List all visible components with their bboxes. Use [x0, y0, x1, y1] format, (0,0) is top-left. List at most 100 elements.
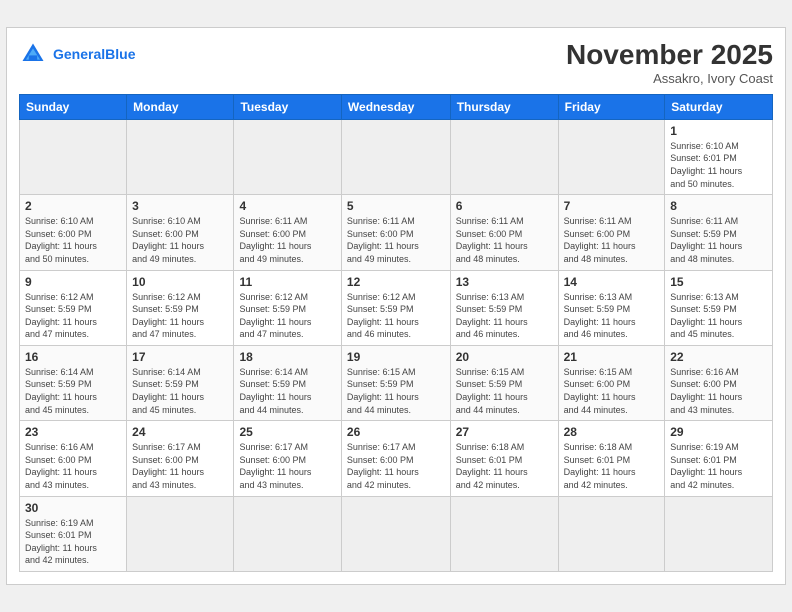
day-info: Sunrise: 6:11 AM Sunset: 5:59 PM Dayligh… [670, 215, 767, 265]
calendar-week-2: 9 Sunrise: 6:12 AM Sunset: 5:59 PM Daylig… [20, 270, 773, 345]
day-number: 2 [25, 199, 121, 213]
calendar-cell: 2 Sunrise: 6:10 AM Sunset: 6:00 PM Daylig… [20, 195, 127, 270]
calendar-week-5: 30 Sunrise: 6:19 AM Sunset: 6:01 PM Dayli… [20, 496, 773, 571]
day-info: Sunrise: 6:10 AM Sunset: 6:00 PM Dayligh… [25, 215, 121, 265]
month-title: November 2025 [566, 40, 773, 71]
calendar-cell [558, 119, 665, 194]
day-number: 30 [25, 501, 121, 515]
day-number: 28 [564, 425, 660, 439]
calendar-cell: 26Sunrise: 6:17 AM Sunset: 6:00 PM Dayli… [341, 421, 450, 496]
calendar-cell [558, 496, 665, 571]
calendar-cell: 24Sunrise: 6:17 AM Sunset: 6:00 PM Dayli… [127, 421, 234, 496]
day-number: 9 [25, 275, 121, 289]
calendar-cell [341, 496, 450, 571]
title-area: November 2025 Assakro, Ivory Coast [566, 40, 773, 86]
day-info: Sunrise: 6:13 AM Sunset: 5:59 PM Dayligh… [456, 291, 553, 341]
day-number: 27 [456, 425, 553, 439]
calendar-cell [341, 119, 450, 194]
calendar-cell [665, 496, 773, 571]
calendar-table: SundayMondayTuesdayWednesdayThursdayFrid… [19, 94, 773, 572]
day-number: 19 [347, 350, 445, 364]
calendar-cell: 17 Sunrise: 6:14 AM Sunset: 5:59 PM Dayli… [127, 345, 234, 420]
calendar-container: GeneralBlue November 2025 Assakro, Ivory… [6, 27, 786, 585]
day-header-sunday: Sunday [20, 94, 127, 119]
day-header-wednesday: Wednesday [341, 94, 450, 119]
day-number: 12 [347, 275, 445, 289]
day-header-thursday: Thursday [450, 94, 558, 119]
day-number: 5 [347, 199, 445, 213]
day-info: Sunrise: 6:19 AM Sunset: 6:01 PM Dayligh… [670, 441, 767, 491]
day-number: 10 [132, 275, 228, 289]
day-info: Sunrise: 6:19 AM Sunset: 6:01 PM Dayligh… [25, 517, 121, 567]
calendar-cell: 12 Sunrise: 6:12 AM Sunset: 5:59 PM Dayli… [341, 270, 450, 345]
day-info: Sunrise: 6:12 AM Sunset: 5:59 PM Dayligh… [347, 291, 445, 341]
calendar-week-3: 16 Sunrise: 6:14 AM Sunset: 5:59 PM Dayli… [20, 345, 773, 420]
day-info: Sunrise: 6:10 AM Sunset: 6:01 PM Dayligh… [670, 140, 767, 190]
calendar-cell: 18Sunrise: 6:14 AM Sunset: 5:59 PM Dayli… [234, 345, 341, 420]
calendar-cell: 9Sunrise: 6:12 AM Sunset: 5:59 PM Daylig… [20, 270, 127, 345]
day-number: 25 [239, 425, 335, 439]
day-number: 29 [670, 425, 767, 439]
calendar-cell: 14 Sunrise: 6:13 AM Sunset: 5:59 PM Dayli… [558, 270, 665, 345]
calendar-cell: 7Sunrise: 6:11 AM Sunset: 6:00 PM Daylig… [558, 195, 665, 270]
day-info: Sunrise: 6:13 AM Sunset: 5:59 PM Dayligh… [670, 291, 767, 341]
day-number: 8 [670, 199, 767, 213]
logo-text: GeneralBlue [53, 46, 135, 63]
calendar-cell: 25Sunrise: 6:17 AM Sunset: 6:00 PM Dayli… [234, 421, 341, 496]
day-number: 22 [670, 350, 767, 364]
calendar-cell: 15 Sunrise: 6:13 AM Sunset: 5:59 PM Dayli… [665, 270, 773, 345]
calendar-header: GeneralBlue November 2025 Assakro, Ivory… [19, 40, 773, 86]
day-info: Sunrise: 6:15 AM Sunset: 5:59 PM Dayligh… [347, 366, 445, 416]
calendar-cell: 20Sunrise: 6:15 AM Sunset: 5:59 PM Dayli… [450, 345, 558, 420]
day-info: Sunrise: 6:14 AM Sunset: 5:59 PM Dayligh… [25, 366, 121, 416]
logo-icon [19, 40, 47, 68]
day-number: 21 [564, 350, 660, 364]
days-header-row: SundayMondayTuesdayWednesdayThursdayFrid… [20, 94, 773, 119]
day-info: Sunrise: 6:15 AM Sunset: 5:59 PM Dayligh… [456, 366, 553, 416]
day-info: Sunrise: 6:14 AM Sunset: 5:59 PM Dayligh… [132, 366, 228, 416]
calendar-cell [127, 119, 234, 194]
calendar-cell [234, 496, 341, 571]
day-number: 17 [132, 350, 228, 364]
calendar-cell: 11 Sunrise: 6:12 AM Sunset: 5:59 PM Dayli… [234, 270, 341, 345]
day-info: Sunrise: 6:10 AM Sunset: 6:00 PM Dayligh… [132, 215, 228, 265]
calendar-cell: 28Sunrise: 6:18 AM Sunset: 6:01 PM Dayli… [558, 421, 665, 496]
day-info: Sunrise: 6:14 AM Sunset: 5:59 PM Dayligh… [239, 366, 335, 416]
logo-blue: Blue [105, 46, 135, 62]
day-number: 14 [564, 275, 660, 289]
day-number: 7 [564, 199, 660, 213]
day-number: 23 [25, 425, 121, 439]
day-info: Sunrise: 6:11 AM Sunset: 6:00 PM Dayligh… [347, 215, 445, 265]
day-info: Sunrise: 6:12 AM Sunset: 5:59 PM Dayligh… [239, 291, 335, 341]
day-header-monday: Monday [127, 94, 234, 119]
logo-general: General [53, 46, 105, 62]
day-info: Sunrise: 6:16 AM Sunset: 6:00 PM Dayligh… [670, 366, 767, 416]
day-number: 13 [456, 275, 553, 289]
day-number: 15 [670, 275, 767, 289]
calendar-cell: 5 Sunrise: 6:11 AM Sunset: 6:00 PM Daylig… [341, 195, 450, 270]
day-number: 1 [670, 124, 767, 138]
calendar-cell [450, 496, 558, 571]
day-info: Sunrise: 6:17 AM Sunset: 6:00 PM Dayligh… [347, 441, 445, 491]
calendar-cell: 27Sunrise: 6:18 AM Sunset: 6:01 PM Dayli… [450, 421, 558, 496]
calendar-cell [450, 119, 558, 194]
calendar-cell: 23Sunrise: 6:16 AM Sunset: 6:00 PM Dayli… [20, 421, 127, 496]
day-info: Sunrise: 6:13 AM Sunset: 5:59 PM Dayligh… [564, 291, 660, 341]
calendar-week-1: 2 Sunrise: 6:10 AM Sunset: 6:00 PM Daylig… [20, 195, 773, 270]
calendar-week-0: 1 Sunrise: 6:10 AM Sunset: 6:01 PM Daylig… [20, 119, 773, 194]
day-info: Sunrise: 6:11 AM Sunset: 6:00 PM Dayligh… [456, 215, 553, 265]
calendar-cell: 30 Sunrise: 6:19 AM Sunset: 6:01 PM Dayli… [20, 496, 127, 571]
day-number: 16 [25, 350, 121, 364]
calendar-cell [20, 119, 127, 194]
day-header-tuesday: Tuesday [234, 94, 341, 119]
calendar-cell: 4Sunrise: 6:11 AM Sunset: 6:00 PM Daylig… [234, 195, 341, 270]
calendar-cell: 1 Sunrise: 6:10 AM Sunset: 6:01 PM Daylig… [665, 119, 773, 194]
logo: GeneralBlue [19, 40, 135, 68]
calendar-cell: 8 Sunrise: 6:11 AM Sunset: 5:59 PM Daylig… [665, 195, 773, 270]
calendar-cell: 6 Sunrise: 6:11 AM Sunset: 6:00 PM Daylig… [450, 195, 558, 270]
calendar-cell: 3Sunrise: 6:10 AM Sunset: 6:00 PM Daylig… [127, 195, 234, 270]
day-info: Sunrise: 6:11 AM Sunset: 6:00 PM Dayligh… [239, 215, 335, 265]
day-number: 6 [456, 199, 553, 213]
day-number: 11 [239, 275, 335, 289]
calendar-cell [127, 496, 234, 571]
